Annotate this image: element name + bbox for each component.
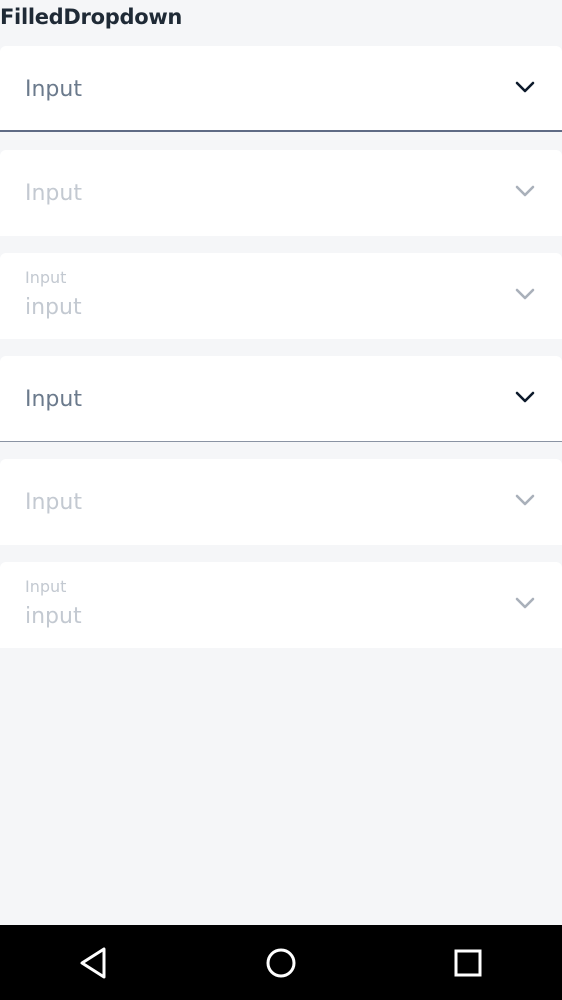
chevron-down-icon — [515, 597, 535, 609]
chevron-down-icon — [515, 288, 535, 300]
chevron-down-icon[interactable] — [514, 80, 536, 94]
dropdown-value: Input — [25, 490, 82, 515]
dropdown-value: Input — [25, 387, 82, 412]
dropdown-value: input — [25, 604, 82, 629]
dropdown-value: Input — [25, 77, 82, 102]
chevron-down-icon — [515, 494, 535, 506]
dropdown-2: Input — [0, 150, 562, 236]
dropdown-label: Input — [25, 577, 67, 596]
screen: FilledDropdown Input Input Input input I… — [0, 0, 562, 1000]
dropdown-6: Input input — [0, 562, 562, 648]
dropdown-1[interactable]: Input — [0, 46, 562, 132]
dropdown-value: Input — [25, 181, 82, 206]
dropdown-4[interactable]: Input — [0, 356, 562, 442]
chevron-down-icon[interactable] — [514, 390, 536, 404]
home-icon[interactable] — [261, 943, 301, 983]
dropdown-5: Input — [0, 459, 562, 545]
dropdown-label: Input — [25, 268, 67, 287]
recents-icon[interactable] — [448, 943, 488, 983]
page-title: FilledDropdown — [0, 5, 183, 29]
back-icon[interactable] — [74, 943, 114, 983]
dropdown-value: input — [25, 295, 82, 320]
navigation-bar — [0, 925, 562, 1000]
dropdown-3: Input input — [0, 253, 562, 339]
chevron-down-icon — [515, 185, 535, 197]
